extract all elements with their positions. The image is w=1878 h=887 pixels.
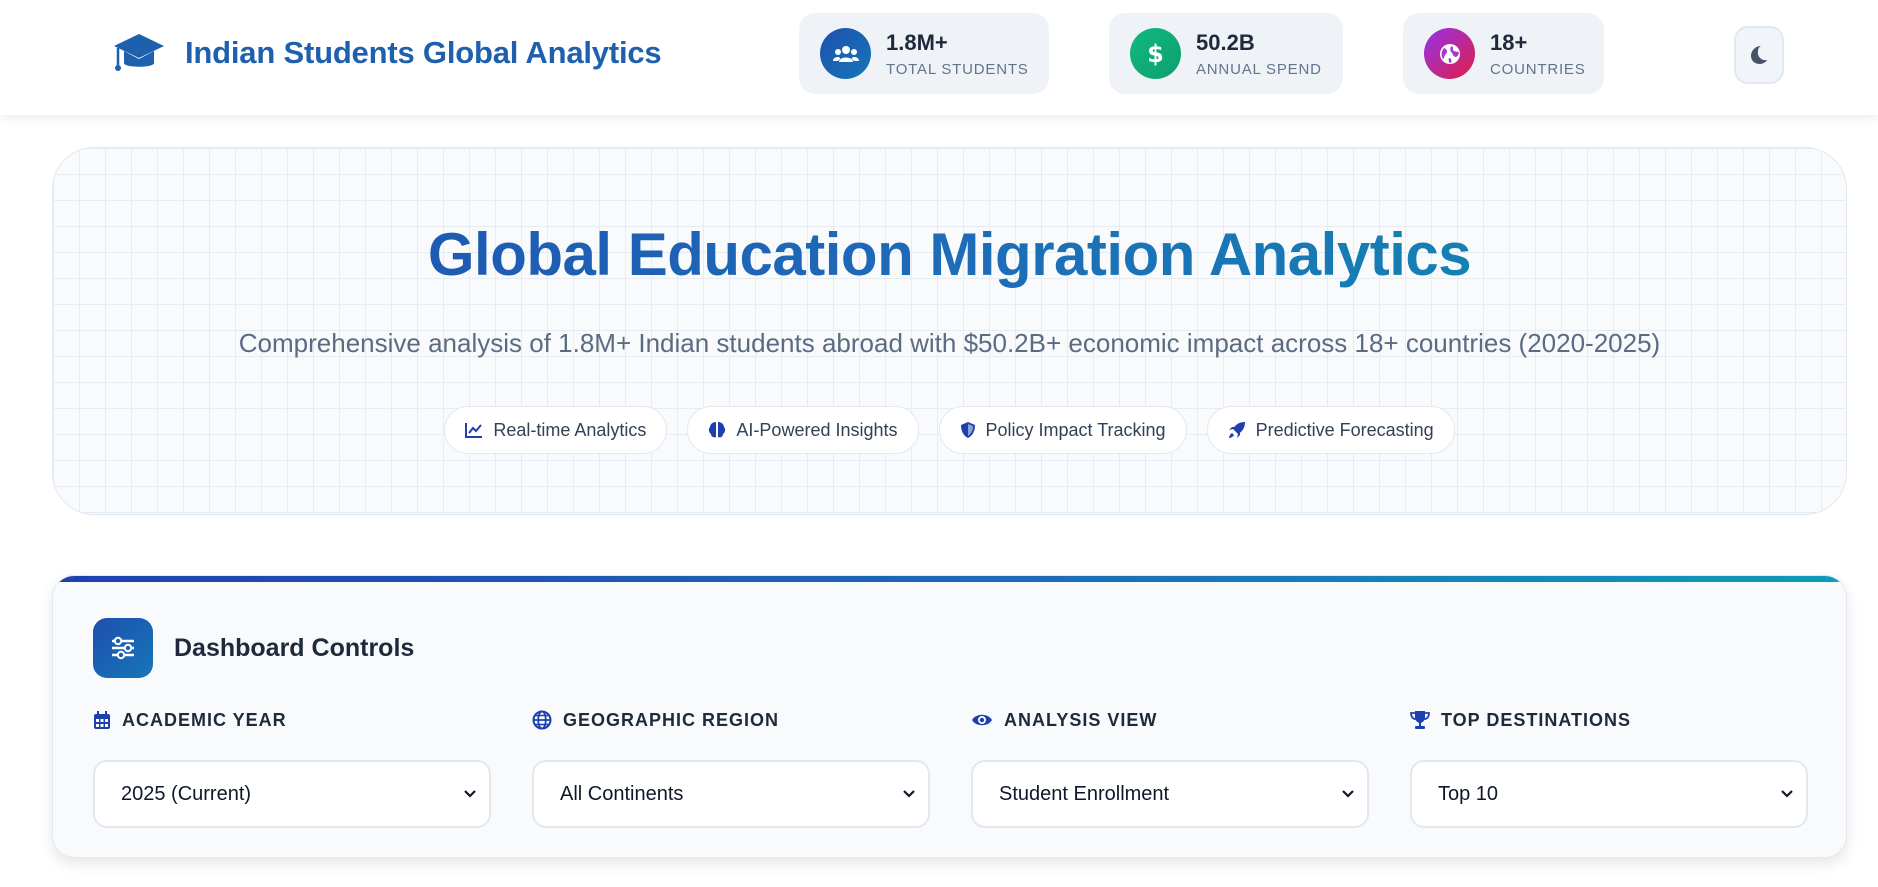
eye-icon [972,714,992,726]
chevron-down-icon [1781,790,1793,798]
pill-real-time-analytics[interactable]: Real-time Analytics [444,406,668,454]
graduation-cap-icon [114,34,164,71]
brain-icon [709,422,726,438]
stat-label: TOTAL STUDENTS [886,60,1029,78]
globe-icon [532,710,552,730]
academic-year-select[interactable]: 2025 (Current) [93,760,491,828]
brand-title: Indian Students Global Analytics [185,35,662,70]
feature-pills: Real-time Analytics AI-Powered Insights … [53,406,1846,454]
controls-title: Dashboard Controls [174,633,415,662]
chevron-down-icon [903,790,915,798]
stat-label: ANNUAL SPEND [1196,60,1322,78]
rocket-icon [1228,422,1245,438]
dashboard-controls: Dashboard Controls ACADEMIC YEAR 2025 (C… [52,575,1847,858]
field-top-destinations: TOP DESTINATIONS Top 10 [1410,710,1808,828]
stat-label: COUNTRIES [1490,60,1586,78]
shield-icon [960,422,975,438]
top-header: Indian Students Global Analytics 1.8M+ T… [0,0,1878,115]
hero-section: Global Education Migration Analytics Com… [52,147,1847,515]
top-destinations-select[interactable]: Top 10 [1410,760,1808,828]
moon-icon [1751,46,1767,64]
field-academic-year: ACADEMIC YEAR 2025 (Current) [93,710,491,828]
brand[interactable]: Indian Students Global Analytics [113,32,662,74]
pill-label: Real-time Analytics [493,419,647,440]
users-icon [820,28,871,79]
accent-bar [53,576,1846,582]
field-label: GEOGRAPHIC REGION [563,709,780,730]
hero-subtitle: Comprehensive analysis of 1.8M+ Indian s… [238,328,1661,358]
pill-label: Predictive Forecasting [1255,419,1434,440]
select-value: All Continents [560,782,684,805]
trophy-icon [1410,711,1430,729]
chevron-down-icon [1342,790,1354,798]
globe-icon [1424,28,1475,79]
stat-countries: 18+ COUNTRIES [1403,13,1604,94]
analysis-view-select[interactable]: Student Enrollment [971,760,1369,828]
pill-policy-impact-tracking[interactable]: Policy Impact Tracking [938,406,1187,454]
stat-value: 18+ [1490,29,1528,55]
stat-annual-spend: $ 50.2B ANNUAL SPEND [1109,13,1343,94]
pill-label: AI-Powered Insights [736,419,898,440]
line-chart-icon [465,423,483,438]
theme-toggle-button[interactable] [1734,26,1784,84]
field-geographic-region: GEOGRAPHIC REGION All Continents [532,710,930,828]
stat-value: 50.2B [1196,29,1255,55]
pill-predictive-forecasting[interactable]: Predictive Forecasting [1206,406,1455,454]
field-analysis-view: ANALYSIS VIEW Student Enrollment [971,710,1369,828]
select-value: 2025 (Current) [121,782,252,805]
chevron-down-icon [464,790,476,798]
hero-title: Global Education Migration Analytics [53,220,1846,289]
field-label: ACADEMIC YEAR [122,709,287,730]
field-label: TOP DESTINATIONS [1441,709,1632,730]
select-value: Top 10 [1438,782,1499,805]
stat-value: 1.8M+ [886,29,948,55]
stat-total-students: 1.8M+ TOTAL STUDENTS [799,13,1049,94]
dollar-icon: $ [1130,28,1181,79]
pill-label: Policy Impact Tracking [985,419,1166,440]
calendar-icon [94,710,110,729]
pill-ai-powered-insights[interactable]: AI-Powered Insights [687,406,919,454]
sliders-icon [93,618,153,678]
select-value: Student Enrollment [999,782,1170,805]
field-label: ANALYSIS VIEW [1004,709,1158,730]
geographic-region-select[interactable]: All Continents [532,760,930,828]
